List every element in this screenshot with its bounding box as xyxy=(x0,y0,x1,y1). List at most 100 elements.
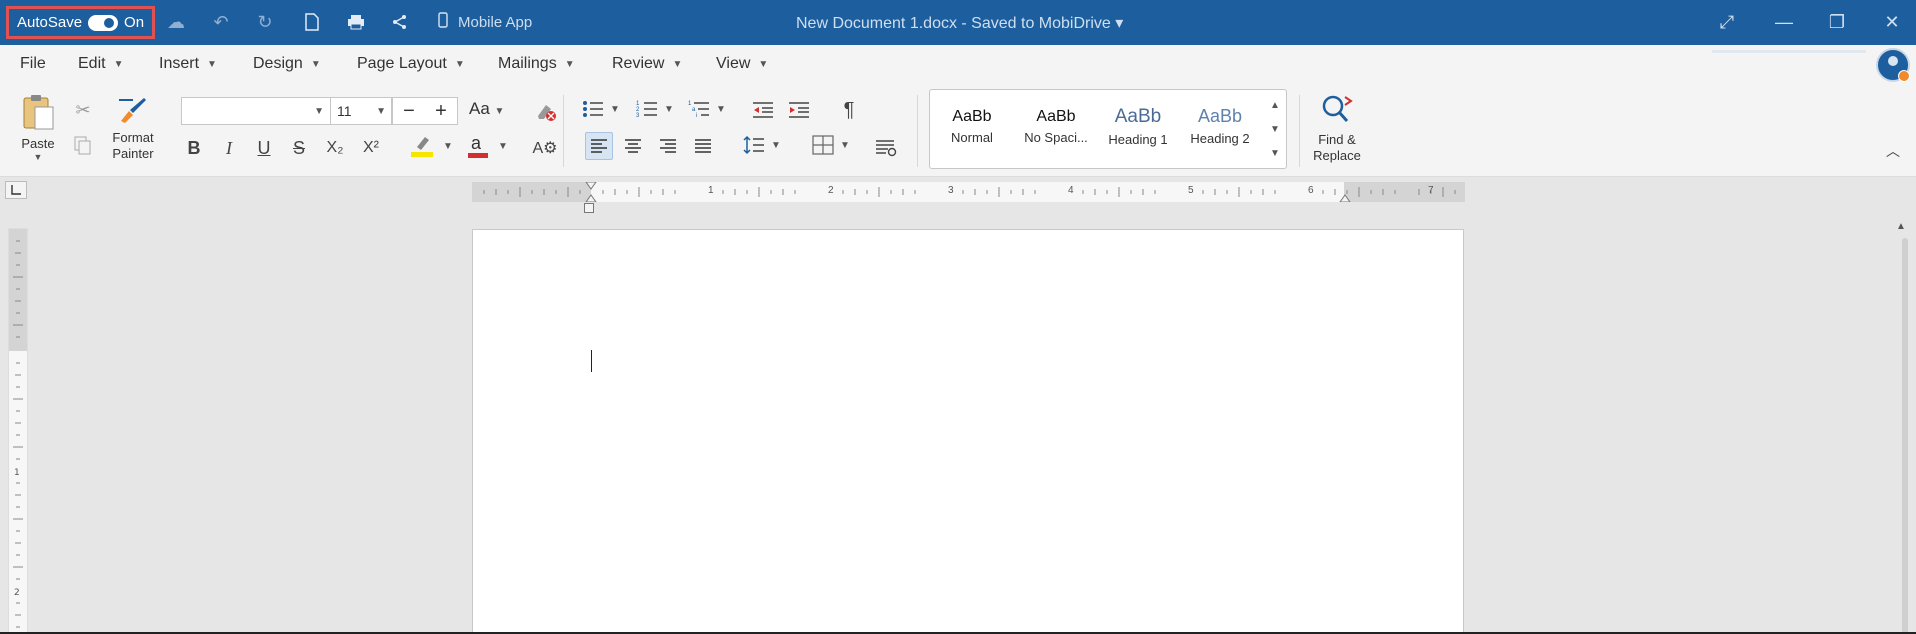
document-title[interactable]: New Document 1.docx - Saved to MobiDrive… xyxy=(796,13,1123,33)
decrease-font-icon[interactable]: − xyxy=(393,98,425,124)
styles-scroll-up-icon[interactable]: ▲ xyxy=(1270,100,1280,111)
justify-icon[interactable] xyxy=(690,133,716,159)
text-effects-icon[interactable]: A⚙ xyxy=(532,135,558,161)
menu-view[interactable]: View ▼ xyxy=(716,55,768,73)
style-no-spacing[interactable]: AaBb No Spaci... xyxy=(1018,108,1094,145)
strikethrough-button[interactable]: S xyxy=(286,135,312,161)
style-sample: AaBb xyxy=(952,108,992,125)
style-name: Heading 1 xyxy=(1108,132,1168,147)
font-size-stepper[interactable]: − + xyxy=(392,97,458,125)
menu-mailings[interactable]: Mailings ▼ xyxy=(498,55,575,73)
italic-button[interactable]: I xyxy=(216,135,242,161)
font-size-select[interactable]: 11 ▼ xyxy=(330,97,392,125)
align-center-icon[interactable] xyxy=(620,133,646,159)
find-replace-button[interactable]: Find & Replace xyxy=(1306,93,1368,164)
vertical-ruler[interactable]: 1 2 xyxy=(8,228,28,634)
line-spacing-button[interactable]: ▼ xyxy=(743,135,781,155)
font-color-icon: a xyxy=(468,133,488,158)
chevron-down-icon: ▼ xyxy=(113,58,124,70)
copy-icon[interactable] xyxy=(70,133,96,159)
increase-font-icon[interactable]: + xyxy=(425,98,457,124)
numbered-list-button[interactable]: 123 ▼ xyxy=(636,99,674,119)
fullscreen-icon[interactable]: ⤢ xyxy=(1715,10,1739,34)
avatar[interactable] xyxy=(1876,48,1910,82)
undo-icon[interactable]: ↶ xyxy=(209,10,233,34)
menu-review-label: Review xyxy=(612,55,665,72)
autosave-toggle[interactable]: AutoSave On xyxy=(6,6,156,39)
format-painter-button[interactable]: Format Painter xyxy=(104,95,162,162)
show-formatting-button[interactable]: ¶ xyxy=(836,97,862,123)
font-name-select[interactable]: ▼ xyxy=(181,97,331,125)
scroll-up-icon[interactable]: ▲ xyxy=(1896,221,1906,232)
styles-gallery: AaBb Normal AaBb No Spaci... AaBb Headin… xyxy=(929,89,1287,169)
strike-label: S xyxy=(292,137,305,158)
menu-edit[interactable]: Edit ▼ xyxy=(78,55,123,73)
cut-icon[interactable]: ✂ xyxy=(70,97,96,123)
svg-text:1: 1 xyxy=(14,468,20,478)
document-page[interactable] xyxy=(472,229,1464,634)
align-right-icon[interactable] xyxy=(655,133,681,159)
chevron-down-icon: ▼ xyxy=(758,58,769,70)
borders-icon xyxy=(812,135,834,155)
menu-insert[interactable]: Insert ▼ xyxy=(159,55,217,73)
decrease-indent-icon[interactable] xyxy=(750,97,776,123)
paragraph-settings-icon[interactable] xyxy=(873,135,899,161)
style-heading-2[interactable]: AaBb Heading 2 xyxy=(1182,106,1258,146)
tab-stop-selector[interactable] xyxy=(5,181,27,199)
chevron-down-icon: ▼ xyxy=(454,58,465,70)
collapse-ribbon-icon[interactable]: ︿ xyxy=(1886,141,1900,161)
print-icon[interactable] xyxy=(344,10,368,34)
superscript-button[interactable]: X² xyxy=(358,135,384,161)
increase-indent-icon[interactable] xyxy=(786,97,812,123)
change-case-button[interactable]: Aa ▼ xyxy=(469,99,504,119)
underline-label: U xyxy=(257,137,271,158)
menu-file[interactable]: File xyxy=(20,55,46,73)
redo-icon[interactable]: ↻ xyxy=(253,10,277,34)
ruler-number: 1 xyxy=(708,185,714,196)
ruler-number: 6 xyxy=(1308,185,1314,196)
highlight-color-button[interactable]: ▼ xyxy=(409,133,453,159)
mobile-app-button[interactable]: Mobile App xyxy=(438,12,532,32)
new-document-icon[interactable] xyxy=(300,10,324,34)
toggle-switch[interactable] xyxy=(88,14,119,31)
chevron-down-icon: ▼ xyxy=(610,103,620,115)
subscript-button[interactable]: X₂ xyxy=(322,135,348,161)
menu-design[interactable]: Design ▼ xyxy=(253,55,321,73)
bold-button[interactable]: B xyxy=(181,135,207,161)
ruler-number: 5 xyxy=(1188,185,1194,196)
mobile-app-label: Mobile App xyxy=(458,13,533,31)
clear-formatting-icon[interactable] xyxy=(533,99,559,125)
font-color-button[interactable]: a ▼ xyxy=(466,133,508,159)
share-icon[interactable] xyxy=(388,10,412,34)
restore-icon[interactable]: ❐ xyxy=(1825,10,1849,34)
chevron-down-icon: ▼ xyxy=(314,106,324,117)
bullet-list-button[interactable]: ▼ xyxy=(582,99,620,119)
underline-button[interactable]: U xyxy=(251,135,277,161)
menu-review[interactable]: Review ▼ xyxy=(612,55,682,73)
find-replace-label-1: Find & xyxy=(1318,132,1356,147)
chevron-down-icon: ▼ xyxy=(716,103,726,115)
styles-scroll-down-icon[interactable]: ▼ xyxy=(1270,124,1280,135)
chevron-down-icon: ▼ xyxy=(376,106,386,117)
paste-button[interactable]: Paste ▼ xyxy=(18,93,58,162)
chevron-down-icon: ▼ xyxy=(771,139,781,151)
find-replace-label-2: Replace xyxy=(1313,148,1361,163)
menu-bar: File Edit ▼ Insert ▼ Design ▼ Page Layout ▼ … xyxy=(0,45,1916,85)
left-indent-marker[interactable] xyxy=(584,203,594,213)
borders-button[interactable]: ▼ xyxy=(812,135,850,155)
style-heading-1[interactable]: AaBb Heading 1 xyxy=(1100,106,1176,147)
menu-design-label: Design xyxy=(253,55,303,72)
styles-expand-icon[interactable]: ▼ xyxy=(1270,148,1280,159)
horizontal-ruler[interactable]: 1 2 3 4 5 6 7 xyxy=(472,182,1465,202)
subscript-label: X₂ xyxy=(326,139,344,156)
close-icon[interactable]: ✕ xyxy=(1880,10,1904,34)
minimize-icon[interactable]: — xyxy=(1772,10,1796,34)
align-left-icon[interactable] xyxy=(585,132,613,160)
style-sample: AaBb xyxy=(1114,106,1162,127)
menu-page-layout[interactable]: Page Layout ▼ xyxy=(357,55,465,73)
cloud-sync-icon[interactable]: ☁ xyxy=(164,10,188,34)
vertical-scrollbar[interactable] xyxy=(1902,238,1908,634)
multilevel-list-button[interactable]: 1ai ▼ xyxy=(688,99,726,119)
svg-text:i: i xyxy=(696,113,697,119)
style-normal[interactable]: AaBb Normal xyxy=(946,108,998,145)
